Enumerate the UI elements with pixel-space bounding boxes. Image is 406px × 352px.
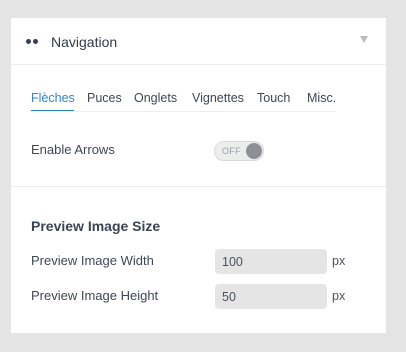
preview-height-unit: px (332, 289, 346, 303)
tab-fleches[interactable]: Flèches (31, 91, 75, 105)
toggle-knob (246, 143, 262, 159)
section-divider (11, 186, 386, 187)
preview-height-label: Preview Image Height (31, 288, 159, 303)
dots-icon (26, 39, 38, 44)
tabs-divider (31, 111, 335, 112)
preview-width-label: Preview Image Width (31, 253, 154, 268)
preview-width-unit: px (332, 254, 346, 268)
preview-width-input[interactable] (215, 249, 327, 274)
tab-misc[interactable]: Misc. (307, 91, 336, 105)
tab-puces[interactable]: Puces (87, 91, 122, 105)
caret-down-icon[interactable] (360, 36, 368, 43)
panel-title: Navigation (51, 34, 118, 50)
preview-size-title: Preview Image Size (31, 218, 161, 234)
enable-arrows-toggle[interactable]: OFF (214, 141, 264, 161)
tab-touch[interactable]: Touch (257, 91, 290, 105)
tab-onglets[interactable]: Onglets (134, 91, 177, 105)
toggle-state-text: OFF (222, 146, 241, 156)
tab-vignettes[interactable]: Vignettes (192, 91, 244, 105)
panel-header[interactable]: Navigation (11, 18, 386, 65)
navigation-panel: Navigation Flèches Puces Onglets Vignett… (11, 18, 386, 333)
preview-height-input[interactable] (215, 284, 327, 309)
enable-arrows-label: Enable Arrows (31, 142, 115, 157)
